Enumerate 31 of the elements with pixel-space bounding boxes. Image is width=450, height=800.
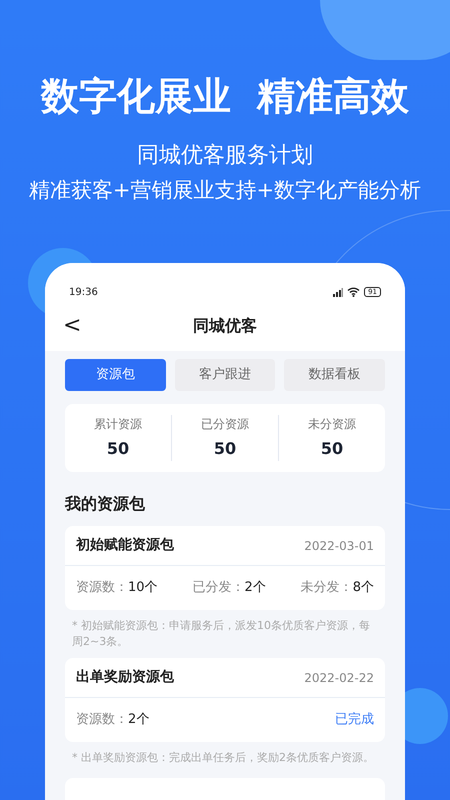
summary-label: 未分资源: [308, 416, 356, 433]
tagline: 精准获客+营销展业支持+数字化产能分析: [28, 177, 422, 204]
summary-label: 累计资源: [94, 416, 142, 433]
package-stat: 资源数：10个: [76, 579, 158, 598]
status-label: 已完成: [335, 711, 374, 730]
package-date: 2022-02-22: [304, 670, 374, 686]
package-note: * 出单奖励资源包：完成出单任务后，奖励2条优质客户资源。: [71, 750, 375, 766]
tab[interactable]: 数据看板: [284, 359, 386, 391]
subtitle: 同城优客服务计划: [137, 142, 313, 170]
package-card[interactable]: 初始赋能资源包 2022-03-01 资源数：10个 已分发：2个 未分发：8个: [65, 526, 385, 610]
summary-value: 50: [106, 438, 130, 460]
package-stat: 未分发：8个: [300, 579, 374, 598]
package-note: * 初始赋能资源包：申请服务后，派发10条优质客户资源，每周2~3条。: [71, 618, 371, 650]
headline: 数字化展业 精准高效: [40, 73, 410, 120]
back-button[interactable]: <: [63, 315, 82, 337]
package-stat: 资源数：2个: [76, 711, 150, 730]
summary-value: 50: [320, 438, 344, 460]
summary-value: 50: [214, 438, 236, 460]
section-title: 我的资源包: [65, 493, 146, 515]
status-time: 19:36: [69, 286, 98, 300]
signal-icon: [333, 288, 344, 296]
package-date: 2022-03-01: [304, 538, 374, 554]
package-card[interactable]: 出单奖励资源包 2022-02-22 资源数：2个 已完成: [65, 658, 385, 742]
tab[interactable]: 客户跟进: [174, 359, 276, 391]
tab[interactable]: 资源包: [65, 359, 166, 391]
package-name: 初始赋能资源包: [76, 536, 174, 555]
package-stat: 已分发：2个: [192, 579, 266, 598]
package-name: 出单奖励资源包: [76, 668, 174, 687]
summary-label: 已分资源: [201, 416, 249, 433]
page-title: 同城优客: [193, 315, 257, 337]
wifi-icon: [347, 287, 360, 297]
